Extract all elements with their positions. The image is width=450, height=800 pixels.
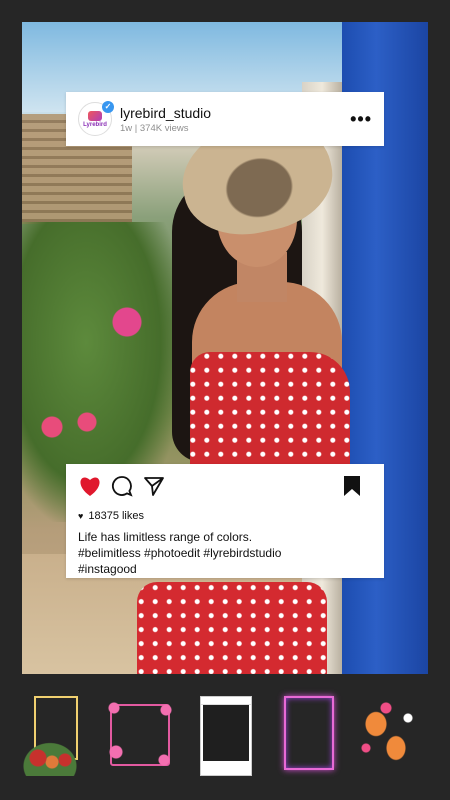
pink-flowers-icon: [106, 700, 174, 772]
heart-icon[interactable]: [78, 474, 102, 498]
pink-flowers: [32, 302, 152, 452]
avatar[interactable]: Lyrebird ✓: [78, 101, 114, 136]
post-meta: 1w | 374K views: [120, 122, 189, 134]
bookmark-icon[interactable]: [340, 474, 364, 498]
username[interactable]: lyrebird_studio: [120, 105, 350, 121]
floral-gold-frame[interactable]: [20, 696, 82, 778]
post-caption: Life has limitless range of colors.: [78, 530, 253, 544]
avatar-brand-text: Lyrebird: [83, 121, 107, 128]
post-header-text: lyrebird_studio 1w | 374K views: [120, 105, 350, 134]
frame-selector: [0, 690, 450, 790]
post-actions: [78, 470, 372, 502]
likes-count: 18375 likes: [88, 510, 144, 522]
likes-row: ♥ 18375 likes: [78, 510, 372, 522]
verified-badge-icon: ✓: [102, 101, 114, 113]
post-footer: ♥ 18375 likes Life has limitless range o…: [66, 464, 384, 578]
more-options-icon[interactable]: •••: [350, 109, 372, 130]
koi-fish-frame[interactable]: [356, 698, 416, 770]
flower-bouquet-icon: [20, 740, 80, 776]
koi-fish-icon: [356, 698, 416, 770]
send-icon[interactable]: [142, 474, 166, 498]
lyrebird-logo-icon: [88, 110, 102, 121]
mini-post-footer: [201, 761, 251, 775]
mini-post-header: [201, 697, 251, 705]
neon-pink-frame[interactable]: [284, 696, 334, 770]
pink-flower-frame[interactable]: [106, 700, 174, 772]
neon-frame-border: [284, 696, 334, 770]
comment-icon[interactable]: [110, 474, 134, 498]
post-header: Lyrebird ✓ lyrebird_studio 1w | 374K vie…: [66, 92, 384, 146]
post-hashtags-line1: #belimitless #photoedit #lyrebirdstudio: [78, 546, 282, 560]
red-dress-bottom: [137, 582, 327, 674]
mini-post-image: [203, 705, 249, 761]
instagram-post-frame[interactable]: [200, 696, 252, 776]
post-hashtags-line2: #instagood: [78, 562, 137, 576]
small-heart-icon: ♥: [78, 511, 84, 521]
